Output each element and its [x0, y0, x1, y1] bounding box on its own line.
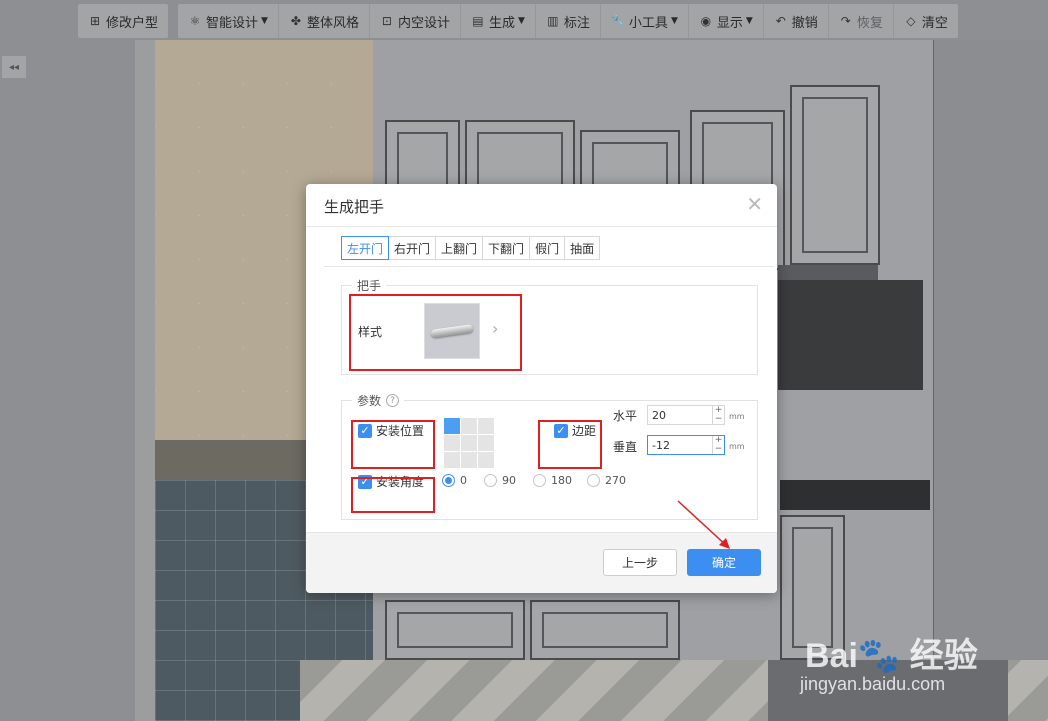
- overall-style-button[interactable]: ✤ 整体风格: [279, 4, 370, 38]
- right-wall: [933, 40, 1048, 721]
- chevron-down-icon: ▼: [745, 16, 753, 26]
- vertical-input[interactable]: -12 + −: [647, 435, 725, 455]
- watermark-url: jingyan.baidu.com: [800, 674, 946, 694]
- wall-edge: [135, 40, 157, 721]
- eye-icon: ◉: [700, 14, 712, 28]
- tab-fake-door[interactable]: 假门: [529, 236, 566, 260]
- clear-button[interactable]: ◇ 清空: [894, 4, 958, 38]
- horizontal-value: 20: [652, 408, 666, 422]
- smart-design-menu[interactable]: ⚛ 智能设计 ▼: [178, 4, 279, 38]
- chevron-down-icon: ▼: [517, 16, 525, 26]
- annotation-arrow: [677, 500, 730, 549]
- base-cabinet: [385, 600, 525, 660]
- position-cell-bottom-right[interactable]: [478, 452, 494, 468]
- vertical-unit: mm: [729, 442, 745, 451]
- chevron-down-icon: ▼: [261, 16, 268, 26]
- watermark-logo: Bai🐾 经验: [805, 637, 978, 675]
- generate-menu[interactable]: ▤ 生成 ▼: [461, 4, 536, 38]
- vertical-stepper[interactable]: + −: [712, 436, 724, 454]
- position-cell-top-center[interactable]: [461, 418, 477, 434]
- floorplan-icon: ⊞: [89, 14, 101, 28]
- display-menu[interactable]: ◉ 显示 ▼: [689, 4, 764, 38]
- interior-icon: ⊡: [381, 14, 392, 28]
- wall-cabinet: [790, 85, 880, 265]
- position-cell-center[interactable]: [461, 435, 477, 451]
- close-icon[interactable]: ✕: [746, 194, 763, 214]
- top-toolbar: ⊞ 修改户型 ⚛ 智能设计 ▼ ✤ 整体风格 ⊡ 内空设计 ▤ 生成 ▼ ▥ 标…: [0, 0, 1048, 40]
- angle-option-90[interactable]: 90: [484, 474, 516, 487]
- position-cell-bottom-center[interactable]: [461, 452, 477, 468]
- horizontal-input[interactable]: 20 + −: [647, 405, 725, 425]
- fan-icon: ✤: [290, 14, 301, 28]
- generate-icon: ▤: [472, 14, 484, 28]
- position-cell-top-right[interactable]: [478, 418, 494, 434]
- vertical-label: 垂直: [613, 440, 638, 454]
- redo-button[interactable]: ↷ 恢复: [829, 4, 894, 38]
- toolbar-group-floorplan: ⊞ 修改户型: [78, 4, 169, 38]
- ruler-icon: ▥: [547, 14, 559, 28]
- tab-drawer-front[interactable]: 抽面: [564, 236, 601, 260]
- chevron-down-icon: ▼: [670, 16, 678, 26]
- radio-selected-icon: [442, 474, 455, 487]
- horizontal-label: 水平: [613, 409, 638, 423]
- wrench-icon: 🔧: [610, 14, 626, 28]
- tab-right-door[interactable]: 右开门: [388, 236, 437, 260]
- horizontal-stepper[interactable]: + −: [712, 406, 724, 424]
- eraser-icon: ◇: [906, 14, 916, 28]
- position-grid: [444, 418, 494, 468]
- base-cabinet: [530, 600, 680, 660]
- annotation-highlight-angle: [351, 477, 435, 513]
- tab-left-door[interactable]: 左开门: [341, 236, 390, 260]
- position-cell-bottom-left[interactable]: [444, 452, 460, 468]
- position-cell-middle-right[interactable]: [478, 435, 494, 451]
- collapse-panel-button[interactable]: ◂◂: [2, 56, 26, 78]
- position-cell-middle-left[interactable]: [444, 435, 460, 451]
- annotate-button[interactable]: ▥ 标注: [536, 4, 601, 38]
- door-type-tabs: 左开门 右开门 上翻门 下翻门 假门 抽面: [341, 236, 601, 260]
- tab-divider: [324, 266, 774, 267]
- horizontal-unit: mm: [729, 412, 745, 421]
- toolbar-group-main: ⚛ 智能设计 ▼ ✤ 整体风格 ⊡ 内空设计 ▤ 生成 ▼ ▥ 标注 🔧 小工具…: [178, 4, 958, 38]
- interior-design-button[interactable]: ⊡ 内空设计: [370, 4, 461, 38]
- cooktop: [780, 480, 930, 510]
- atom-icon: ⚛: [189, 14, 201, 28]
- annotation-highlight-edge: [538, 420, 602, 469]
- range-hood: [778, 280, 923, 390]
- radio-icon: [533, 474, 546, 487]
- help-icon[interactable]: ?: [386, 394, 400, 407]
- angle-option-0[interactable]: 0: [442, 474, 467, 487]
- annotation-highlight-position: [351, 420, 435, 469]
- handle-section-legend: 把手: [352, 277, 387, 294]
- undo-button[interactable]: ↶ 撤销: [764, 4, 829, 38]
- angle-option-270[interactable]: 270: [587, 474, 626, 487]
- undo-icon: ↶: [775, 14, 786, 28]
- previous-step-button[interactable]: 上一步: [603, 549, 677, 576]
- redo-icon: ↷: [840, 14, 851, 28]
- annotation-highlight-style: [349, 294, 522, 371]
- tools-menu[interactable]: 🔧 小工具 ▼: [601, 4, 689, 38]
- minus-icon[interactable]: −: [713, 445, 724, 454]
- dialog-title: 生成把手: [324, 198, 385, 216]
- vertical-value: -12: [652, 438, 670, 452]
- radio-icon: [484, 474, 497, 487]
- tab-flip-up-door[interactable]: 上翻门: [435, 236, 484, 260]
- radio-icon: [587, 474, 600, 487]
- angle-option-180[interactable]: 180: [533, 474, 572, 487]
- edit-floorplan-button[interactable]: ⊞ 修改户型: [78, 4, 168, 38]
- params-section-legend: 参数 ?: [352, 392, 405, 409]
- divider: [306, 226, 777, 227]
- position-cell-top-left[interactable]: [444, 418, 460, 434]
- double-chevron-left-icon: ◂◂: [8, 61, 20, 73]
- minus-icon[interactable]: −: [713, 415, 724, 424]
- tab-flip-down-door[interactable]: 下翻门: [482, 236, 531, 260]
